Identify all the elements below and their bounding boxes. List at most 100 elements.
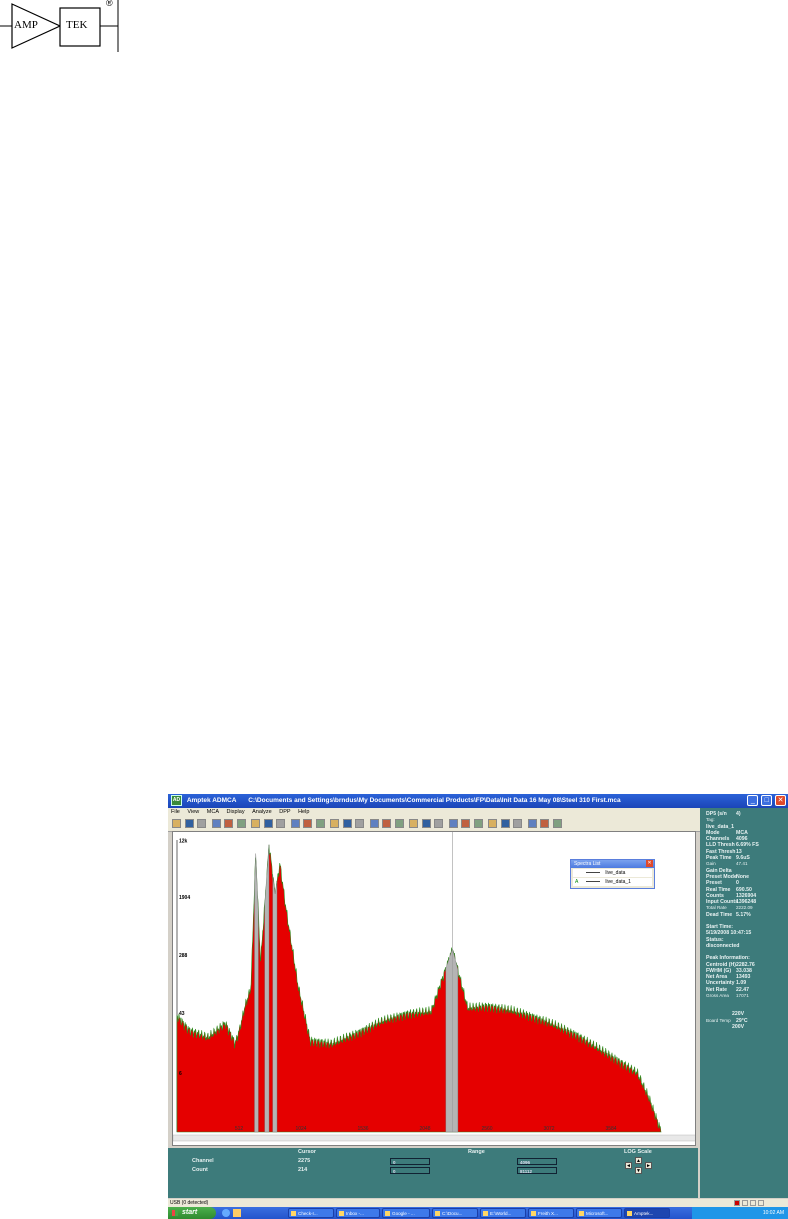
- menu-dpp[interactable]: DPP: [279, 809, 290, 815]
- minimize-button[interactable]: _: [747, 795, 759, 806]
- acquisition-info: DP5 (s/n 4) Tag: live_data_1 Mode MCA Channels…: [706, 811, 788, 918]
- spectra-list-item[interactable]: live_data: [573, 869, 652, 877]
- toolbar-button[interactable]: [315, 819, 325, 828]
- toolbar-button[interactable]: [184, 819, 194, 828]
- x-tick-label: 3072: [543, 1126, 554, 1132]
- close-button[interactable]: ✕: [775, 795, 786, 806]
- x-tick-label: 2560: [481, 1126, 492, 1132]
- app-name: Amptek ADMCA: [186, 797, 237, 804]
- y-tick-label: 12k: [179, 839, 188, 845]
- toolbar-button[interactable]: [394, 819, 404, 828]
- toolbar-button[interactable]: [251, 819, 260, 828]
- range-end-field[interactable]: 4096: [517, 1158, 557, 1165]
- toolbar-button[interactable]: [369, 819, 379, 828]
- cursor-count-value: 214: [298, 1167, 308, 1173]
- taskbar-item[interactable]: C:\Docu...: [432, 1208, 478, 1218]
- toolbar-button[interactable]: [421, 819, 431, 828]
- toolbar-button[interactable]: [355, 819, 364, 828]
- toolbar-button[interactable]: [552, 819, 562, 828]
- start-button[interactable]: start: [168, 1207, 216, 1219]
- toolbar-button[interactable]: [527, 819, 537, 828]
- roi-region: [272, 874, 278, 1133]
- count-label: Count: [192, 1167, 208, 1173]
- scroll-right-button[interactable]: ►: [645, 1162, 652, 1169]
- toolbar-button[interactable]: [172, 819, 181, 828]
- info-value: 690.50: [736, 886, 752, 893]
- menu-view[interactable]: View: [187, 809, 199, 815]
- toolbar-button[interactable]: [290, 819, 300, 828]
- folder-quicklaunch-icon[interactable]: [233, 1209, 241, 1217]
- toolbar-button[interactable]: [513, 819, 522, 828]
- info-value: 47.41: [736, 861, 748, 867]
- toolbar-button[interactable]: [382, 819, 391, 828]
- taskbar-item-active[interactable]: Amptek...: [624, 1208, 670, 1218]
- info-value: 22.47: [736, 986, 749, 993]
- taskbar-item[interactable]: Inbox -...: [336, 1208, 380, 1218]
- usb-status: USB (0 detected): [170, 1200, 209, 1206]
- menu-file[interactable]: File: [171, 809, 180, 815]
- toolbar-button[interactable]: [409, 819, 418, 828]
- cursor-channel-value: 2275: [298, 1158, 311, 1164]
- board-temp-value: 29°C: [736, 1017, 748, 1024]
- taskbar-item[interactable]: Check-I...: [288, 1208, 334, 1218]
- toolbar-button[interactable]: [434, 819, 443, 828]
- roi-region: [254, 853, 259, 1133]
- file-path: C:\Documents and Settings\brndus\My Docu…: [248, 797, 621, 804]
- system-tray: 10:02 AM: [692, 1207, 788, 1219]
- spectra-list-title: Spectra List: [574, 861, 601, 867]
- taskbar-item[interactable]: Microsoft...: [576, 1208, 622, 1218]
- horizontal-scrollbar[interactable]: [173, 1134, 696, 1142]
- status-bar: USB (0 detected): [168, 1199, 788, 1207]
- info-key: Gross Area: [706, 993, 729, 999]
- clock[interactable]: 10:02 AM: [763, 1210, 784, 1216]
- menu-help[interactable]: Help: [298, 809, 309, 815]
- toolbar-button[interactable]: [448, 819, 458, 828]
- window-controls: _ □ ✕: [746, 795, 786, 807]
- toolbar-button[interactable]: [473, 819, 483, 828]
- toolbar-button[interactable]: [540, 819, 549, 828]
- scale-down-button[interactable]: ▼: [635, 1167, 642, 1174]
- toolbar-button[interactable]: [342, 819, 352, 828]
- spectra-item-name: live_data_1: [605, 879, 631, 885]
- ie-quicklaunch-icon[interactable]: [222, 1209, 230, 1217]
- menu-display[interactable]: Display: [227, 809, 245, 815]
- spectra-list-close-icon[interactable]: ✕: [646, 860, 653, 867]
- channel-label: Channel: [192, 1158, 214, 1164]
- toolbar-button[interactable]: [488, 819, 497, 828]
- maximize-button[interactable]: □: [761, 795, 773, 806]
- range-count-end-field[interactable]: 81112: [517, 1167, 557, 1174]
- toolbar-button[interactable]: [330, 819, 339, 828]
- taskbar-item[interactable]: Freith X...: [528, 1208, 574, 1218]
- toolbar-button[interactable]: [303, 819, 312, 828]
- amptek-logo: AMP TEK ®: [0, 0, 125, 52]
- menu-mca[interactable]: MCA: [207, 809, 219, 815]
- toolbar-button[interactable]: [224, 819, 233, 828]
- log-scale-label: LOG Scale: [624, 1149, 652, 1155]
- scale-up-button[interactable]: ▲: [635, 1157, 642, 1164]
- cursor-range-panel: Cursor Range LOG Scale Channel Count 227…: [168, 1148, 698, 1198]
- toolbar-button[interactable]: [500, 819, 510, 828]
- toolbar-button[interactable]: [461, 819, 470, 828]
- menu-analyze[interactable]: Analyze: [252, 809, 272, 815]
- taskbar-item[interactable]: E:\World...: [480, 1208, 526, 1218]
- toolbar-button[interactable]: [197, 819, 206, 828]
- status-indicator: [734, 1200, 740, 1206]
- toolbar-button[interactable]: [236, 819, 246, 828]
- title-bar[interactable]: AD Amptek ADMCA C:\Documents and Setting…: [168, 794, 788, 808]
- range-count-start-field[interactable]: 0: [390, 1167, 430, 1174]
- task-icon: [627, 1211, 632, 1216]
- range-start-field[interactable]: 0: [390, 1158, 430, 1165]
- menu-bar: File View MCA Display Analyze DPP Help: [168, 808, 788, 817]
- info-value: 2222.09: [736, 905, 753, 911]
- toolbar-button[interactable]: [276, 819, 285, 828]
- spectra-list-item[interactable]: A live_data_1: [573, 878, 652, 886]
- scroll-left-button[interactable]: ◄: [625, 1162, 632, 1169]
- toolbar-button[interactable]: [263, 819, 273, 828]
- info-value: 17071: [736, 993, 749, 999]
- info-value: 1326904: [736, 892, 757, 899]
- board-temp-label: Board Temp: [706, 1017, 731, 1023]
- windows-flag-icon: [172, 1210, 178, 1216]
- spectra-list-titlebar[interactable]: Spectra List ✕: [571, 860, 654, 868]
- taskbar-item[interactable]: Google - ...: [382, 1208, 430, 1218]
- toolbar-button[interactable]: [211, 819, 221, 828]
